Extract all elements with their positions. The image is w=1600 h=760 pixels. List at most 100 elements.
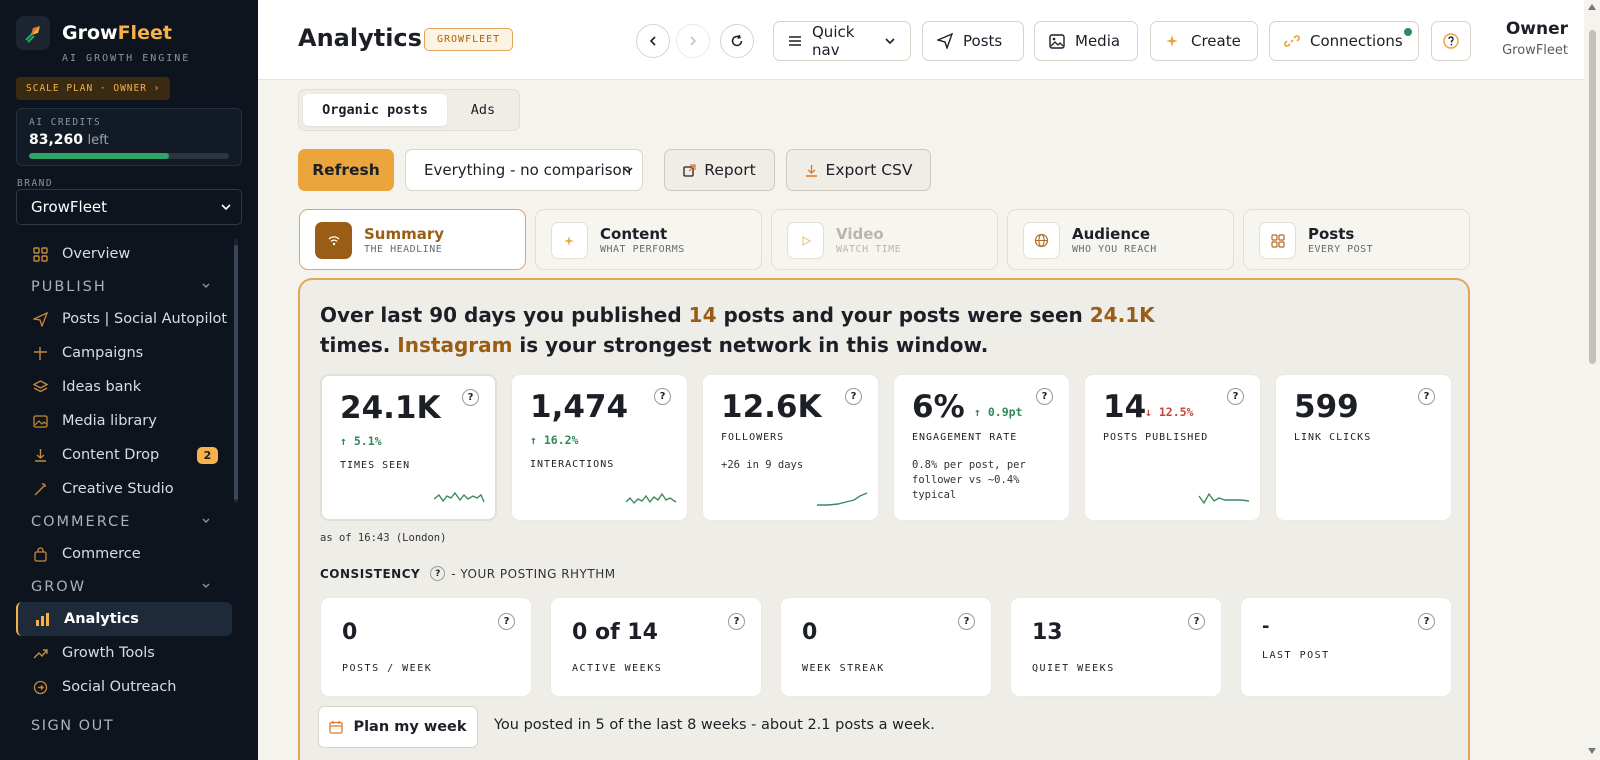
credits-label: AI CREDITS bbox=[29, 117, 102, 128]
help-icon[interactable]: ? bbox=[958, 613, 975, 630]
download-icon bbox=[805, 164, 818, 177]
tab-audience[interactable]: Audience WHO YOU REACH bbox=[1007, 209, 1234, 270]
kpi-posts-published[interactable]: 14 ? ↓ 12.5% POSTS PUBLISHED bbox=[1084, 374, 1261, 521]
send-icon bbox=[937, 33, 953, 49]
help-icon[interactable]: ? bbox=[462, 389, 479, 406]
sparkline bbox=[433, 491, 485, 503]
sidebar-item-overview[interactable]: Overview bbox=[16, 237, 232, 271]
help-icon[interactable]: ? bbox=[430, 566, 446, 581]
help-icon[interactable]: ? bbox=[1418, 388, 1435, 405]
stat-value: - bbox=[1262, 616, 1270, 637]
consistency-heading: CONSISTENCY ? - YOUR POSTING RHYTHM bbox=[320, 566, 616, 581]
kpi-link-clicks[interactable]: 599 ? LINK CLICKS bbox=[1275, 374, 1452, 521]
sidebar-item-social-outreach[interactable]: Social Outreach bbox=[16, 670, 232, 704]
reload-button[interactable] bbox=[720, 24, 754, 58]
credits-progress bbox=[29, 153, 229, 159]
scroll-up-arrow-icon[interactable] bbox=[1588, 4, 1596, 10]
sidebar-section-publish[interactable]: PUBLISH bbox=[16, 271, 232, 302]
page-title: Analytics bbox=[298, 24, 422, 52]
sidebar-item-media-library[interactable]: Media library bbox=[16, 404, 232, 438]
wand-icon bbox=[32, 481, 48, 497]
sidebar-item-creative-studio[interactable]: Creative Studio bbox=[16, 472, 232, 506]
sidebar-item-growth-tools[interactable]: Growth Tools bbox=[16, 636, 232, 670]
help-icon[interactable]: ? bbox=[498, 613, 515, 630]
chevron-right-icon bbox=[690, 36, 697, 46]
quick-nav-button[interactable]: Quick nav bbox=[773, 21, 911, 61]
user-org: GrowFleet bbox=[1502, 43, 1568, 58]
sidebar-item-commerce[interactable]: Commerce bbox=[16, 537, 232, 571]
create-button[interactable]: Create bbox=[1150, 21, 1258, 61]
wifi-icon bbox=[315, 222, 352, 259]
stat-quiet-weeks: 13 ? QUIET WEEKS bbox=[1010, 597, 1222, 697]
top-bar: Analytics GROWFLEET Quick nav Posts Medi… bbox=[258, 0, 1584, 80]
help-icon[interactable]: ? bbox=[1227, 388, 1244, 405]
user-menu[interactable]: Owner GrowFleet bbox=[1464, 19, 1568, 58]
posts-button[interactable]: Posts bbox=[922, 21, 1024, 61]
brand-name: GrowFleet bbox=[62, 22, 172, 44]
sidebar-section-grow[interactable]: GROW bbox=[16, 571, 232, 602]
tab-video[interactable]: Video WATCH TIME bbox=[771, 209, 998, 270]
kpi-interactions[interactable]: 1,474 ? ↑ 16.2% INTERACTIONS bbox=[511, 374, 688, 521]
sidebar-section-commerce[interactable]: COMMERCE bbox=[16, 506, 232, 537]
export-csv-button[interactable]: Export CSV bbox=[786, 149, 931, 191]
stat-active-weeks: 0 of 14 ? ACTIVE WEEKS bbox=[550, 597, 762, 697]
stat-last-post: - ? LAST POST bbox=[1240, 597, 1452, 697]
create-label: Create bbox=[1191, 32, 1241, 50]
help-icon[interactable]: ? bbox=[654, 388, 671, 405]
back-button[interactable] bbox=[636, 24, 670, 58]
sidebar-item-label: Analytics bbox=[64, 611, 139, 627]
tab-posts[interactable]: Posts EVERY POST bbox=[1243, 209, 1470, 270]
tab-content[interactable]: Content WHAT PERFORMS bbox=[535, 209, 762, 270]
help-icon[interactable]: ? bbox=[1188, 613, 1205, 630]
user-name: Owner bbox=[1505, 19, 1568, 39]
brand-badge: GROWFLEET bbox=[424, 28, 514, 51]
chevron-left-icon bbox=[649, 36, 656, 46]
brand-select[interactable]: GrowFleet bbox=[16, 189, 242, 225]
stat-label: POSTS / WEEK bbox=[342, 663, 433, 674]
report-label: Report bbox=[704, 161, 756, 179]
kpi-times-seen[interactable]: 24.1K ? ↑ 5.1% TIMES SEEN bbox=[320, 374, 497, 521]
section-label: PUBLISH bbox=[31, 278, 107, 295]
scroll-down-arrow-icon[interactable] bbox=[1588, 748, 1596, 754]
logo[interactable]: GrowFleet bbox=[16, 16, 172, 50]
trend-icon bbox=[32, 645, 48, 661]
sign-out-button[interactable]: SIGN OUT bbox=[31, 718, 114, 734]
help-icon[interactable]: ? bbox=[1036, 388, 1053, 405]
sidebar-item-posts[interactable]: Posts | Social Autopilot bbox=[16, 302, 232, 336]
kpi-engagement-rate[interactable]: 6% ? ↑ 0.9pt ENGAGEMENT RATE 0.8% per po… bbox=[893, 374, 1070, 521]
help-icon[interactable]: ? bbox=[728, 613, 745, 630]
posts-label: Posts bbox=[963, 32, 1003, 50]
chevron-down-icon bbox=[221, 204, 231, 211]
tab-summary[interactable]: Summary THE HEADLINE bbox=[299, 209, 526, 270]
plan-badge[interactable]: SCALE PLAN · OWNER › bbox=[16, 77, 171, 100]
kpi-label: FOLLOWERS bbox=[721, 432, 785, 443]
sidebar-item-campaigns[interactable]: Campaigns bbox=[16, 336, 232, 370]
connections-button[interactable]: Connections bbox=[1269, 21, 1419, 61]
help-icon[interactable]: ? bbox=[1418, 613, 1435, 630]
page-scrollbar-thumb[interactable] bbox=[1589, 30, 1596, 364]
kpi-followers[interactable]: 12.6K ? FOLLOWERS +26 in 9 days bbox=[702, 374, 879, 521]
sparkline bbox=[817, 492, 868, 506]
tab-title: Posts bbox=[1308, 225, 1355, 243]
connections-label: Connections bbox=[1310, 32, 1403, 50]
kpi-delta: ↑ 16.2% bbox=[530, 433, 579, 447]
chevron-down-icon bbox=[202, 283, 210, 288]
credits-card: AI CREDITS 83,260 left bbox=[16, 108, 242, 166]
sidebar-scrollbar-thumb[interactable] bbox=[234, 245, 238, 500]
refresh-button[interactable]: Refresh bbox=[298, 149, 394, 191]
tab-organic-posts[interactable]: Organic posts bbox=[303, 94, 447, 126]
sidebar-item-content-drop[interactable]: Content Drop 2 bbox=[16, 438, 232, 472]
stat-posts-per-week: 0 ? POSTS / WEEK bbox=[320, 597, 532, 697]
tab-ads[interactable]: Ads bbox=[451, 94, 515, 126]
sidebar-item-analytics[interactable]: Analytics bbox=[16, 602, 232, 636]
plan-my-week-button[interactable]: Plan my week bbox=[318, 706, 478, 748]
stat-value: 13 bbox=[1032, 620, 1063, 645]
stat-label: QUIET WEEKS bbox=[1032, 663, 1115, 674]
sidebar-item-ideas-bank[interactable]: Ideas bank bbox=[16, 370, 232, 404]
report-button[interactable]: Report bbox=[664, 149, 775, 191]
media-button[interactable]: Media bbox=[1034, 21, 1138, 61]
forward-button[interactable] bbox=[676, 24, 710, 58]
consistency-title: CONSISTENCY bbox=[320, 566, 421, 581]
comparison-select[interactable]: Everything - no comparison bbox=[405, 149, 643, 191]
help-icon[interactable]: ? bbox=[845, 388, 862, 405]
